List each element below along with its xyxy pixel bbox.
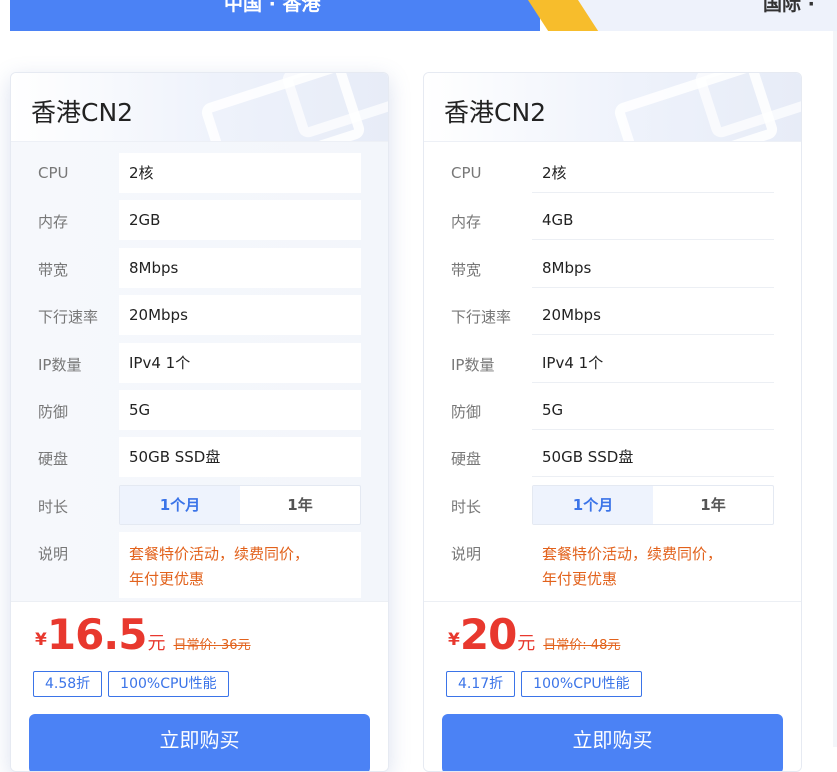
description-line: 年付更优惠 [542,570,618,589]
buy-button[interactable]: 立即购买 [29,714,370,771]
price-area: ¥20元 日常价: 48元 4.17折 100%CPU性能 立即购买 [424,601,801,771]
discount-tag: 4.17折 [446,671,516,697]
original-price: 日常价: 36元 [173,638,251,653]
spec-value: 5G [119,389,361,430]
duration-selector: 1个月 1年 [532,484,774,525]
plan-card: 香港CN2 CPU 2核 内存 4GB 带宽 8Mbps 下行速率 20Mbps… [423,72,802,772]
plan-title: 香港CN2 [444,98,547,127]
duration-option-year[interactable]: 1年 [240,486,360,524]
cpu-tag: 100%CPU性能 [521,671,642,697]
price-unit: 元 [517,633,536,654]
spec-row-description: 说明 套餐特价活动，续费同价， 年付更优惠 [11,532,388,602]
duration-selector: 1个月 1年 [119,484,361,525]
card-header: 香港CN2 [424,73,801,142]
spec-label: 硬盘 [451,450,482,469]
spec-value: 8Mbps [532,248,774,288]
spec-row-memory: 内存 4GB [424,200,801,247]
spec-row-ip: IP数量 IPv4 1个 [11,342,388,390]
spec-row-ip: IP数量 IPv4 1个 [424,343,801,390]
spec-label: IP数量 [38,355,82,374]
spec-value: IPv4 1个 [532,343,774,383]
buy-button[interactable]: 立即购买 [442,714,783,771]
spec-value: 50GB SSD盘 [119,437,361,478]
price-line: ¥16.5元 日常价: 36元 [35,610,251,659]
spec-label: CPU [451,164,482,182]
duration-option-month[interactable]: 1个月 [120,485,240,524]
spec-value: 5G [532,390,774,430]
spec-row-cpu: CPU 2核 [11,153,388,200]
tag-list: 4.58折 100%CPU性能 [33,671,229,697]
spec-row-memory: 内存 2GB [11,200,388,247]
description-text: 套餐特价活动，续费同价， 年付更优惠 [532,532,774,599]
spec-row-duration: 时长 1个月 1年 [424,484,801,532]
spec-label: 时长 [38,497,69,516]
spec-row-cpu: CPU 2核 [424,153,801,200]
spec-value: 4GB [532,200,774,241]
tag-list: 4.17折 100%CPU性能 [446,671,642,697]
spec-label: IP数量 [451,355,495,374]
spec-label: 防御 [38,402,69,421]
spec-list: CPU 2核 内存 2GB 带宽 8Mbps 下行速率 20Mbps IP数量 … [11,142,388,603]
spec-row-disk: 硬盘 50GB SSD盘 [424,437,801,484]
tab-china-hongkong-label[interactable]: 中国 · 香港 [224,0,320,16]
spec-row-defense: 防御 5G [11,389,388,437]
duration-option-year[interactable]: 1年 [653,486,773,524]
spec-label: 带宽 [451,260,482,279]
spec-row-downlink: 下行速率 20Mbps [424,295,801,342]
spec-list: CPU 2核 内存 4GB 带宽 8Mbps 下行速率 20Mbps IP数量 … [424,142,801,602]
spec-label: 时长 [451,497,482,516]
price-area: ¥16.5元 日常价: 36元 4.58折 100%CPU性能 立即购买 [11,601,388,771]
spec-label: 下行速率 [38,308,99,327]
price-unit: 元 [147,633,166,654]
price-currency: ¥ [448,630,460,650]
original-price: 日常价: 48元 [543,638,621,653]
spec-row-description: 说明 套餐特价活动，续费同价， 年付更优惠 [424,532,801,602]
duration-option-month[interactable]: 1个月 [533,485,653,524]
scrollbar-track[interactable] [833,31,837,747]
spec-value: 50GB SSD盘 [532,437,774,478]
spec-value: 8Mbps [119,247,361,288]
price-currency: ¥ [35,630,47,650]
spec-value: IPv4 1个 [119,342,361,383]
spec-value: 20Mbps [532,295,774,336]
description-line: 套餐特价活动，续费同价， [129,545,310,564]
price-line: ¥20元 日常价: 48元 [448,610,620,659]
spec-value: 2核 [532,153,774,193]
plan-title: 香港CN2 [31,98,134,127]
spec-row-defense: 防御 5G [424,390,801,437]
plan-card: 香港CN2 CPU 2核 内存 2GB 带宽 8Mbps 下行速率 20Mbps… [10,72,389,772]
spec-value: 2GB [119,200,361,241]
spec-label: 内存 [451,213,482,232]
spec-value: 20Mbps [119,295,361,336]
spec-label: 内存 [38,213,69,232]
spec-label: 带宽 [38,260,69,279]
spec-row-duration: 时长 1个月 1年 [11,484,388,532]
description-line: 年付更优惠 [129,570,205,589]
spec-label: 说明 [38,545,69,564]
spec-label: 硬盘 [38,450,69,469]
spec-row-downlink: 下行速率 20Mbps [11,295,388,342]
description-text: 套餐特价活动，续费同价， 年付更优惠 [119,532,361,599]
spec-label: 下行速率 [451,308,512,327]
spec-label: 防御 [451,402,482,421]
discount-tag: 4.58折 [33,671,103,697]
spec-row-bandwidth: 带宽 8Mbps [11,247,388,295]
region-tabs: 中国 · 香港 国际 · [0,0,837,31]
tab-international-label[interactable]: 国际 · [763,0,815,16]
spec-label: CPU [38,164,69,182]
spec-label: 说明 [451,545,482,564]
price-value: 20 [459,610,517,659]
spec-row-disk: 硬盘 50GB SSD盘 [11,437,388,484]
price-value: 16.5 [46,610,148,659]
cpu-tag: 100%CPU性能 [108,671,229,697]
spec-row-bandwidth: 带宽 8Mbps [424,248,801,295]
description-line: 套餐特价活动，续费同价， [542,545,723,564]
card-header: 香港CN2 [11,73,388,142]
spec-value: 2核 [119,153,361,193]
